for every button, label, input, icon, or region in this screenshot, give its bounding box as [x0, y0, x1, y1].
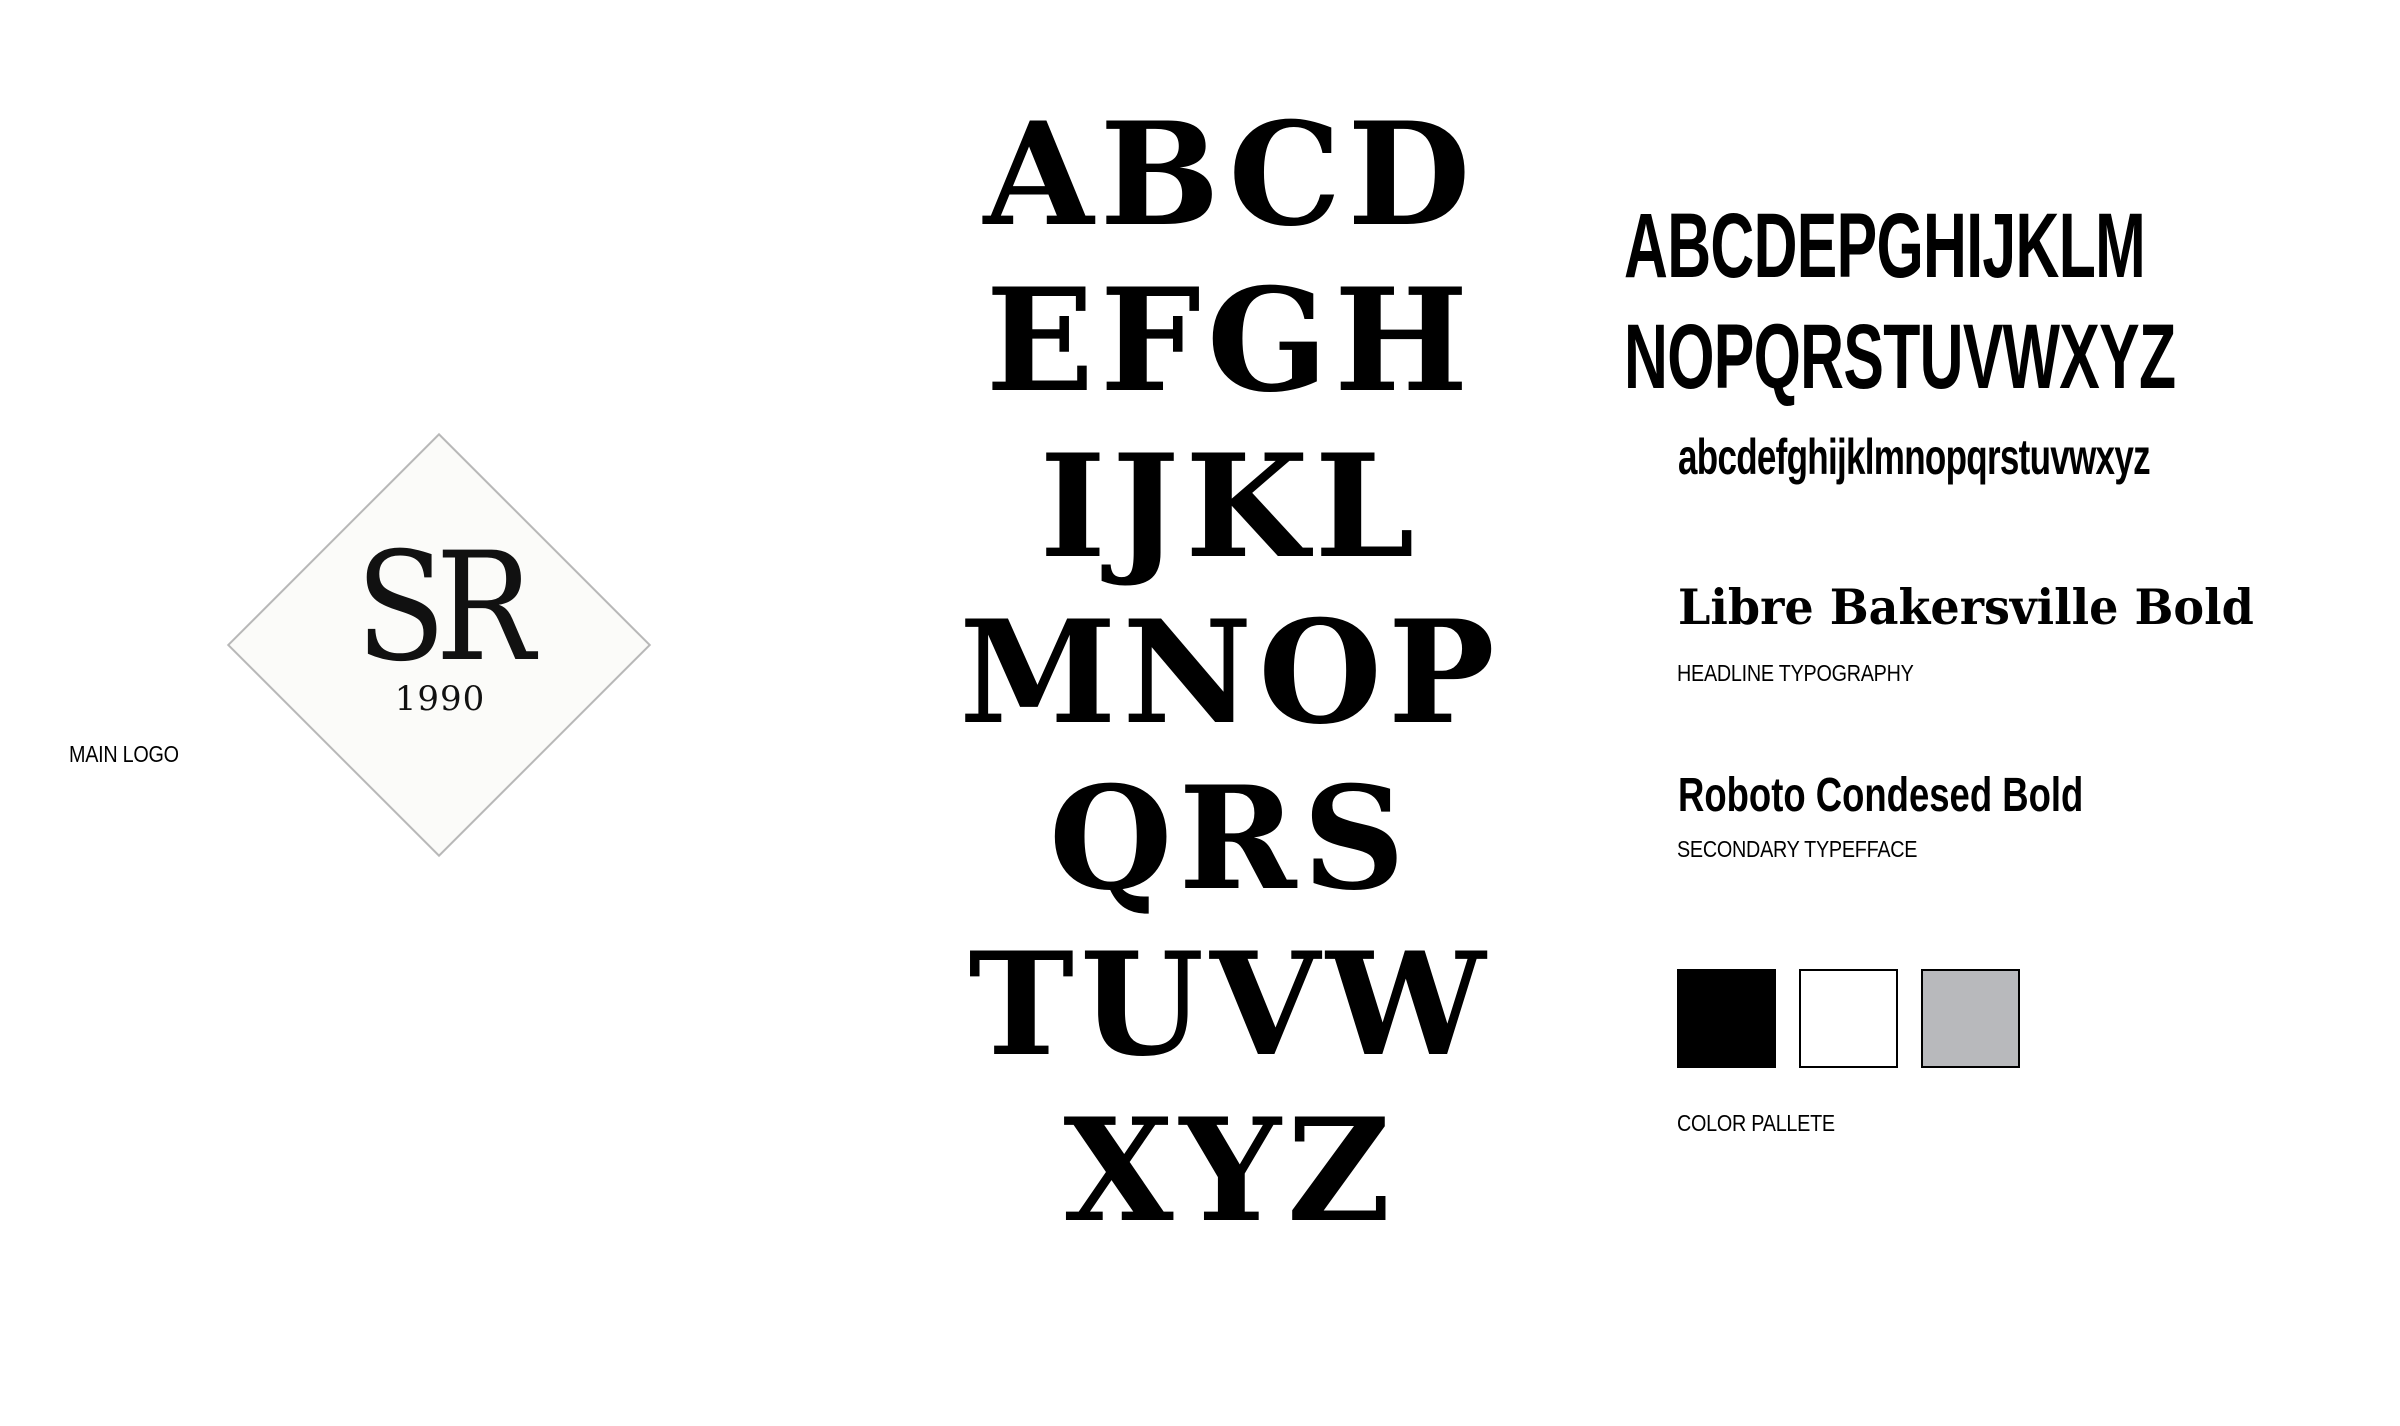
secondary-font-name: Roboto Condesed Bold [1678, 769, 2084, 822]
color-swatch-gray [1921, 969, 2020, 1068]
main-logo: SR 1990 [226, 432, 654, 860]
headline-font-name: Libre Bakersville Bold [1678, 578, 2254, 636]
serif-row-7: XYZ [1063, 1088, 1397, 1254]
logo-monogram: SR [355, 521, 535, 695]
condensed-uppercase-line-1: ABCDEPGHIJKLM [1624, 195, 2146, 297]
condensed-uppercase-line-2: NOPQRSTUVWXYZ [1624, 306, 2176, 408]
serif-row-5: QRS [1048, 756, 1412, 922]
secondary-font-caption: SECONDARY TYPEFFACE [1677, 836, 1918, 862]
condensed-lowercase-line: abcdefghijklmnopqrstuvwxyz [1678, 429, 2151, 485]
serif-alphabet-specimen: ABCD EFGH IJKL MNOP QRS TUVW XYZ [930, 92, 1530, 1254]
serif-row-4: MNOP [959, 590, 1501, 756]
headline-font-caption: HEADLINE TYPOGRAPHY [1677, 660, 1914, 686]
color-palette-label: COLOR PALLETE [1677, 1110, 1835, 1136]
serif-row-3: IJKL [1039, 424, 1421, 590]
serif-row-1: ABCD [983, 92, 1477, 258]
serif-row-6: TUVW [968, 922, 1492, 1088]
serif-row-2: EFGH [985, 258, 1475, 424]
color-swatch-white [1799, 969, 1898, 1068]
color-swatch-black [1677, 969, 1776, 1068]
main-logo-label: MAIN LOGO [69, 741, 179, 767]
logo-year: 1990 [394, 679, 486, 719]
